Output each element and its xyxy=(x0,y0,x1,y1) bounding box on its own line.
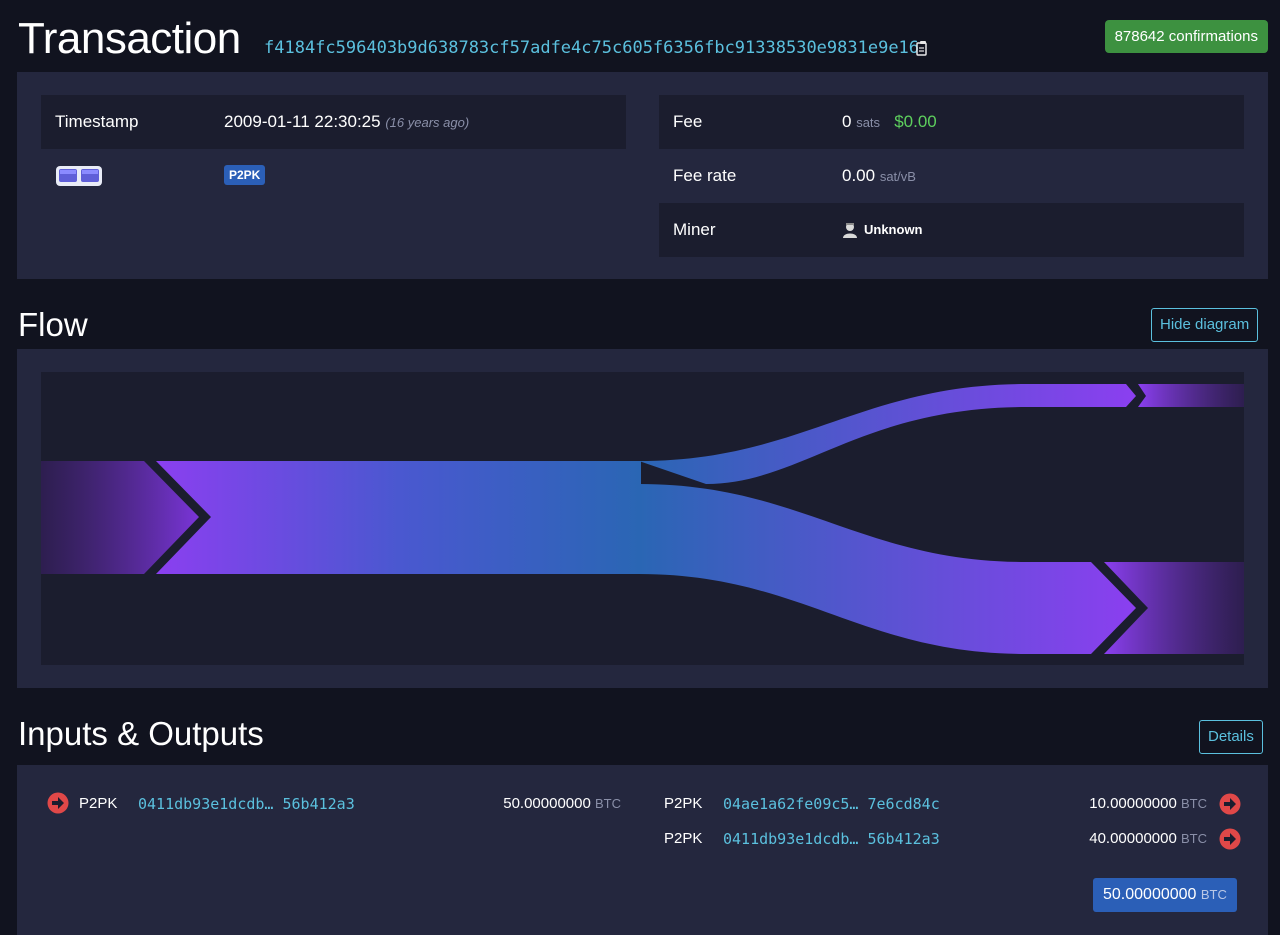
page-title: Transaction xyxy=(18,14,241,63)
output-address-link[interactable]: 0411db93e1dcdb… 56b412a3 xyxy=(723,830,940,848)
flow-output-stub-1 xyxy=(1138,384,1244,407)
fee-rate-label: Fee rate xyxy=(673,166,737,185)
output-arrow-icon[interactable] xyxy=(1219,828,1241,850)
fee-label: Fee xyxy=(673,112,703,131)
features-row: P2PK xyxy=(41,149,626,203)
output-amount: 40.00000000 BTC xyxy=(1002,830,1207,847)
fee-row: Fee 0 sats $0.00 xyxy=(659,95,1244,149)
output-type: P2PK xyxy=(664,795,703,812)
copy-icon[interactable] xyxy=(916,40,930,56)
transaction-id-link[interactable]: f4184fc596403b9d638783cf57adfe4c75c605f6… xyxy=(264,38,919,58)
output-address-link[interactable]: 04ae1a62fe09c5… 7e6cd84c xyxy=(723,795,940,813)
flow-section-title: Flow xyxy=(18,306,88,343)
details-button[interactable]: Details xyxy=(1199,720,1263,754)
miner-label: Miner xyxy=(673,220,716,239)
fee-unit: sats xyxy=(856,115,881,130)
hide-diagram-button[interactable]: Hide diagram xyxy=(1151,308,1259,342)
timestamp-relative: (16 years ago) xyxy=(385,115,470,130)
output-type: P2PK xyxy=(664,830,703,847)
output-amount: 10.00000000 BTC xyxy=(1002,795,1207,812)
flow-diagram-panel xyxy=(17,349,1268,688)
input-amount-value: 50.00000000 xyxy=(503,795,591,812)
script-type-badge[interactable]: P2PK xyxy=(224,165,266,185)
output-amount-unit: BTC xyxy=(1181,831,1207,846)
timestamp-label: Timestamp xyxy=(55,112,139,131)
fee-rate-unit: sat/vB xyxy=(879,169,916,184)
transaction-page: Transaction f4184fc596403b9d638783cf57ad… xyxy=(0,0,1280,935)
miner-row: Miner Unknown xyxy=(659,203,1244,257)
total-amount-unit: BTC xyxy=(1200,887,1227,902)
fee-rate-row: Fee rate 0.00 sat/vB xyxy=(659,149,1244,203)
timestamp-row: Timestamp 2009-01-11 22:30:25 (16 years … xyxy=(41,95,626,149)
output-amount-value: 40.00000000 xyxy=(1089,830,1177,847)
timestamp-date: 2009-01-11 22:30:25 xyxy=(224,112,381,131)
output-amount-unit: BTC xyxy=(1181,796,1207,811)
fee-rate-value: 0.00 sat/vB xyxy=(842,166,916,186)
fee-value: 0 sats $0.00 xyxy=(842,112,937,132)
input-type: P2PK xyxy=(79,795,118,812)
output-arrow-icon[interactable] xyxy=(1219,793,1241,815)
input-arrow-icon[interactable] xyxy=(47,792,69,814)
output-amount-value: 10.00000000 xyxy=(1089,795,1177,812)
input-address-link[interactable]: 0411db93e1dcdb… 56b412a3 xyxy=(138,795,355,813)
fee-rate-amount: 0.00 xyxy=(842,166,876,185)
transaction-summary: Timestamp 2009-01-11 22:30:25 (16 years … xyxy=(17,72,1268,279)
io-section-title: Inputs & Outputs xyxy=(18,715,264,752)
fee-usd: $0.00 xyxy=(894,112,937,131)
timestamp-value: 2009-01-11 22:30:25 (16 years ago) xyxy=(224,112,469,132)
miner-value: Unknown xyxy=(864,222,923,237)
feature-glasses-icon[interactable] xyxy=(55,164,103,188)
input-amount-unit: BTC xyxy=(595,796,621,811)
page-header: Transaction f4184fc596403b9d638783cf57ad… xyxy=(18,14,1268,64)
miner-user-icon xyxy=(843,223,857,238)
flow-input-band[interactable] xyxy=(156,461,641,574)
flow-diagram xyxy=(41,372,1244,665)
input-amount: 50.00000000 BTC xyxy=(417,795,621,812)
inputs-outputs-panel: P2PK 0411db93e1dcdb… 56b412a3 50.0000000… xyxy=(17,765,1268,935)
total-amount-badge: 50.00000000 BTC xyxy=(1093,878,1237,912)
total-amount-value: 50.00000000 xyxy=(1103,886,1197,903)
confirmations-badge: 878642 confirmations xyxy=(1104,20,1268,53)
fee-amount: 0 xyxy=(842,112,852,131)
